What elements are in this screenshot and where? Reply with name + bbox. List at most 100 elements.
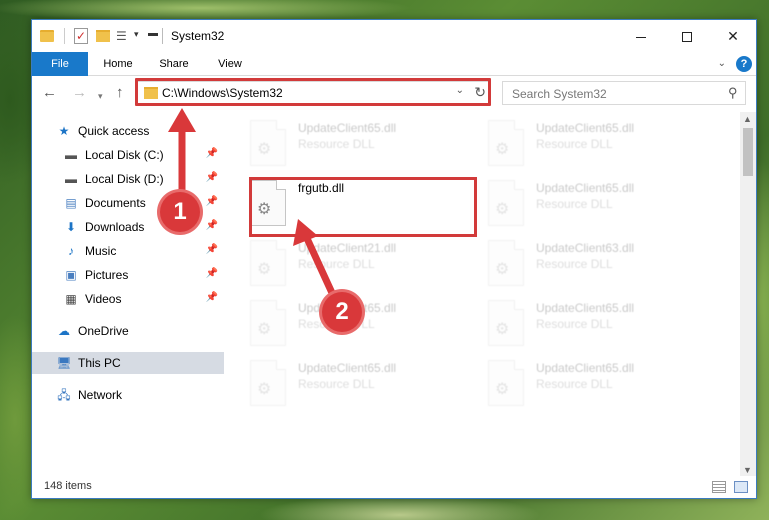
maximize-icon (682, 32, 692, 43)
scrollbar-thumb[interactable] (743, 128, 753, 176)
file-name: frgutb.dll (298, 181, 345, 195)
file-name: UpdateClient65.dll (298, 361, 397, 375)
title-bar: ✓ ☰ ▾ ▬ System32 ✕ (32, 20, 756, 52)
documents-icon: ▤ (65, 196, 77, 210)
tab-share[interactable]: Share (150, 52, 198, 76)
close-button[interactable]: ✕ (710, 20, 756, 52)
sidebar-item-local-disk-c[interactable]: ▬ Local Disk (C:) 📌 (32, 144, 224, 166)
new-folder-icon[interactable] (96, 30, 110, 42)
pin-icon[interactable]: 📌 (206, 292, 218, 303)
file-item[interactable]: ⚙ UpdateClient63.dll Resource DLL (466, 234, 696, 290)
minimize-icon (636, 36, 646, 38)
navigation-bar: ← → ▾ ↑ C:\Windows\System32 ⌄ ↻ Search S… (32, 77, 756, 109)
step-2-badge: 2 (322, 292, 362, 332)
dll-file-icon: ⚙ (488, 120, 524, 166)
minimize-button[interactable] (618, 20, 664, 52)
ribbon-tabs: File Home Share View ⌄ ? (32, 52, 756, 76)
tab-file[interactable]: File (32, 52, 88, 76)
toolbar-separator (64, 28, 65, 44)
sidebar-item-label: Documents (85, 196, 146, 210)
sidebar-item-label: Quick access (78, 124, 150, 138)
refresh-icon[interactable]: ↻ (474, 84, 486, 101)
file-item[interactable]: ⚙ UpdateClient65.dll Resource DLL (466, 294, 696, 350)
chevron-down-icon[interactable]: ▾ (134, 29, 139, 40)
dll-file-icon: ⚙ (250, 120, 286, 166)
scroll-up-icon[interactable]: ▲ (743, 114, 752, 124)
address-dropdown-chevron-icon[interactable]: ⌄ (456, 85, 464, 96)
tab-view[interactable]: View (208, 52, 252, 76)
item-count: 148 items (44, 480, 92, 492)
search-placeholder[interactable]: Search System32 (512, 87, 607, 101)
gear-icon: ⚙ (257, 201, 272, 218)
file-type: Resource DLL (536, 317, 613, 331)
file-name: UpdateClient65.dll (298, 121, 397, 135)
pin-icon[interactable]: 📌 (206, 148, 218, 159)
recent-locations-chevron-icon[interactable]: ▾ (98, 87, 103, 105)
dll-file-icon: ⚙ (250, 240, 286, 286)
sidebar-item-network[interactable]: 🖧 Network (32, 384, 224, 406)
music-icon: ♪ (68, 244, 74, 258)
pin-icon[interactable]: 📌 (206, 196, 218, 207)
quick-access-toolbar-dropdown[interactable]: ▬ (148, 28, 158, 39)
window-title: System32 (171, 29, 225, 43)
pin-icon[interactable]: 📌 (206, 172, 218, 183)
tab-home[interactable]: Home (94, 52, 142, 76)
pin-icon[interactable]: 📌 (206, 244, 218, 255)
address-path[interactable]: C:\Windows\System32 (162, 86, 283, 100)
properties-check-icon[interactable]: ✓ (74, 28, 88, 44)
sidebar-item-label: Network (78, 388, 123, 402)
gear-icon: ⚙ (495, 141, 510, 158)
address-bar[interactable]: C:\Windows\System32 ⌄ ↻ (137, 81, 491, 105)
file-item-frgutb[interactable]: ⚙ frgutb.dll (228, 174, 458, 230)
dll-file-icon: ⚙ (488, 180, 524, 226)
file-name: UpdateClient63.dll (536, 241, 635, 255)
sidebar-item-label: Pictures (85, 268, 129, 282)
sidebar-item-onedrive[interactable]: ☁ OneDrive (32, 320, 224, 342)
large-icons-view-icon[interactable] (734, 481, 748, 493)
sidebar-item-this-pc[interactable]: 🖥 This PC (32, 352, 224, 374)
sidebar-item-videos[interactable]: ▦ Videos 📌 (32, 288, 224, 310)
star-icon: ★ (58, 124, 70, 138)
forward-arrow-icon[interactable]: → (72, 84, 87, 102)
scroll-down-icon[interactable]: ▼ (743, 465, 752, 475)
expand-ribbon-chevron-icon[interactable]: ⌄ (718, 58, 726, 69)
file-explorer-window: ✓ ☰ ▾ ▬ System32 ✕ File Home Share View … (31, 19, 757, 499)
file-item[interactable]: ⚙ UpdateClient65.dll Resource DLL (228, 114, 458, 170)
file-item[interactable]: ⚙ UpdateClient21.dll Resource DLL (228, 234, 458, 290)
sidebar-item-quick-access[interactable]: ★ Quick access (32, 120, 224, 142)
pin-icon[interactable]: 📌 (206, 268, 218, 279)
sidebar-item-local-disk-d[interactable]: ▬ Local Disk (D:) 📌 (32, 168, 224, 190)
sidebar-item-music[interactable]: ♪ Music 📌 (32, 240, 224, 262)
sidebar-item-label: Local Disk (C:) (85, 148, 164, 162)
search-box[interactable]: Search System32 ⚲ (502, 81, 746, 105)
drive-icon: ▬ (65, 148, 77, 162)
file-item[interactable]: ⚙ UpdateClient65.dll Resource DLL (466, 114, 696, 170)
dll-file-icon: ⚙ (250, 360, 286, 406)
sidebar-item-label: This PC (78, 356, 121, 370)
download-icon: ⬇ (65, 220, 77, 234)
customize-list-icon[interactable]: ☰ (116, 29, 130, 43)
sidebar-item-pictures[interactable]: ▣ Pictures 📌 (32, 264, 224, 286)
vertical-scrollbar[interactable]: ▲ ▼ (740, 112, 756, 477)
navigation-pane: ★ Quick access ▬ Local Disk (C:) 📌 ▬ Loc… (32, 112, 224, 477)
file-item[interactable]: ⚙ UpdateClient65.dll Resource DLL (466, 354, 696, 410)
sidebar-item-label: Downloads (85, 220, 145, 234)
sidebar-item-label: Music (85, 244, 117, 258)
file-item[interactable]: ⚙ UpdateClient65.dll Resource DLL (466, 174, 696, 230)
gear-icon: ⚙ (495, 261, 510, 278)
back-arrow-icon[interactable]: ← (42, 84, 57, 102)
help-icon[interactable]: ? (736, 56, 752, 72)
up-arrow-icon[interactable]: ↑ (116, 84, 124, 102)
maximize-button[interactable] (664, 20, 710, 52)
file-list: ⚙ UpdateClient65.dll Resource DLL ⚙ Upda… (228, 112, 742, 477)
details-view-icon[interactable] (712, 481, 726, 493)
status-bar: 148 items (32, 476, 756, 498)
file-type: Resource DLL (536, 137, 613, 151)
videos-icon: ▦ (65, 292, 77, 306)
file-type: Resource DLL (298, 377, 375, 391)
sidebar-item-label: OneDrive (78, 324, 129, 338)
file-item[interactable]: ⚙ UpdateClient65.dll Resource DLL (228, 354, 458, 410)
pin-icon[interactable]: 📌 (206, 220, 218, 231)
search-icon[interactable]: ⚲ (728, 85, 738, 101)
dll-file-icon: ⚙ (488, 360, 524, 406)
